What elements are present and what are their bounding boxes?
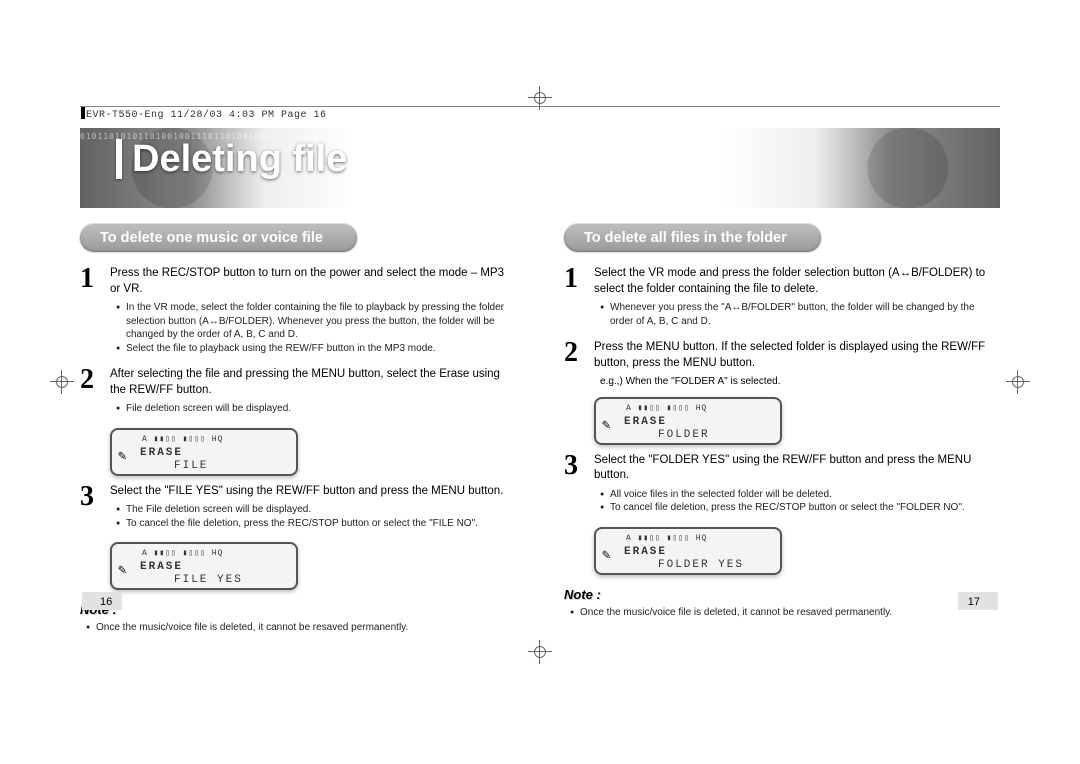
bullet: To cancel file deletion, press the REC/S… (600, 501, 1000, 515)
step-number: 3 (80, 484, 100, 535)
step-number: 1 (80, 266, 100, 359)
reg-mark-right (1006, 370, 1030, 394)
lcd-line-1: ERASE (624, 416, 667, 428)
step-body: Select the "FILE YES" using the REW/FF b… (110, 484, 516, 535)
bullet: File deletion screen will be displayed. (116, 402, 516, 416)
step-number: 1 (564, 266, 584, 332)
note-bullet: Once the music/voice file is deleted, it… (570, 606, 1000, 620)
lcd-line-2: FOLDER (658, 429, 710, 441)
step-body: Press the REC/STOP button to turn on the… (110, 266, 516, 359)
step-text: Select the "FILE YES" using the REW/FF b… (110, 485, 503, 497)
step-text: Select the "FOLDER YES" using the REW/FF… (594, 454, 971, 482)
lcd-status-row: A ▮▮▯▯ ▮▯▯▯ HQ (142, 434, 223, 444)
lcd-status-row: A ▮▮▯▯ ▮▯▯▯ HQ (626, 403, 707, 413)
note-heading: Note : (80, 602, 516, 617)
step-number: 3 (564, 453, 584, 519)
bullet: All voice files in the selected folder w… (600, 488, 1000, 502)
lcd-erase-file: A ▮▮▯▯ ▮▯▯▯ HQ ✎ ERASE FILE (110, 428, 298, 476)
col-delete-single: To delete one music or voice file 1 Pres… (80, 218, 516, 644)
header-rule (80, 106, 1000, 107)
erase-icon: ✎ (118, 562, 126, 579)
content-columns: To delete one music or voice file 1 Pres… (80, 218, 1000, 644)
single-step-3: 3 Select the "FILE YES" using the REW/FF… (80, 484, 516, 535)
page-number-left: 16 (100, 596, 112, 608)
lcd-erase-file-yes: A ▮▮▯▯ ▮▯▯▯ HQ ✎ ERASE FILE YES (110, 542, 298, 590)
lcd-line-1: ERASE (140, 561, 183, 573)
print-meta: EVR-T550-Eng 11/28/03 4:03 PM Page 16 (86, 110, 327, 121)
step-text: After selecting the file and pressing th… (110, 368, 500, 396)
step-body: Select the VR mode and press the folder … (594, 266, 1000, 332)
erase-icon: ✎ (602, 547, 610, 564)
lcd-line-2: FOLDER YES (658, 559, 744, 571)
erase-icon: ✎ (118, 448, 126, 465)
single-step-1: 1 Press the REC/STOP button to turn on t… (80, 266, 516, 359)
lcd-line-1: ERASE (140, 447, 183, 459)
bullet: Whenever you press the "A↔B/FOLDER" butt… (600, 301, 1000, 328)
bullet: To cancel the file deletion, press the R… (116, 517, 516, 531)
folder-step-1: 1 Select the VR mode and press the folde… (564, 266, 1000, 332)
reg-mark-left (50, 370, 74, 394)
single-step-2: 2 After selecting the file and pressing … (80, 367, 516, 420)
page-title: Deleting file (116, 138, 347, 181)
lcd-erase-folder-yes: A ▮▮▯▯ ▮▯▯▯ HQ ✎ ERASE FOLDER YES (594, 527, 782, 575)
manual-spread: EVR-T550-Eng 11/28/03 4:03 PM Page 16 01… (0, 0, 1080, 764)
header-accent (81, 107, 85, 119)
bullet: The File deletion screen will be display… (116, 503, 516, 517)
lcd-status-row: A ▮▮▯▯ ▮▯▯▯ HQ (626, 533, 707, 543)
note-heading: Note : (564, 587, 1000, 602)
folder-step-2: 2 Press the MENU button. If the selected… (564, 340, 1000, 389)
note-bullet: Once the music/voice file is deleted, it… (86, 621, 516, 635)
col-delete-folder: To delete all files in the folder 1 Sele… (564, 218, 1000, 644)
step-body: After selecting the file and pressing th… (110, 367, 516, 420)
page-number-right: 17 (968, 596, 980, 608)
lcd-line-2: FILE (174, 460, 208, 472)
bullet: Select the file to playback using the RE… (116, 342, 516, 356)
step-number: 2 (564, 340, 584, 389)
step-text: Press the MENU button. If the selected f… (594, 341, 985, 369)
section-pill-folder: To delete all files in the folder (564, 224, 821, 252)
bullet: In the VR mode, select the folder contai… (116, 301, 516, 342)
lcd-erase-folder: A ▮▮▯▯ ▮▯▯▯ HQ ✎ ERASE FOLDER (594, 397, 782, 445)
section-pill-single: To delete one music or voice file (80, 224, 357, 252)
step-text: Select the VR mode and press the folder … (594, 267, 985, 295)
step-body: Select the "FOLDER YES" using the REW/FF… (594, 453, 1000, 519)
hero-banner: 0101101010110100100111011010010101110100… (80, 128, 1000, 208)
erase-icon: ✎ (602, 417, 610, 434)
folder-step-3: 3 Select the "FOLDER YES" using the REW/… (564, 453, 1000, 519)
step-number: 2 (80, 367, 100, 420)
lcd-line-2: FILE YES (174, 574, 243, 586)
step-body: Press the MENU button. If the selected f… (594, 340, 1000, 389)
example-line: e.g.,) When the "FOLDER A" is selected. (600, 375, 1000, 389)
lcd-status-row: A ▮▮▯▯ ▮▯▯▯ HQ (142, 548, 223, 558)
lcd-line-1: ERASE (624, 546, 667, 558)
step-text: Press the REC/STOP button to turn on the… (110, 267, 504, 295)
